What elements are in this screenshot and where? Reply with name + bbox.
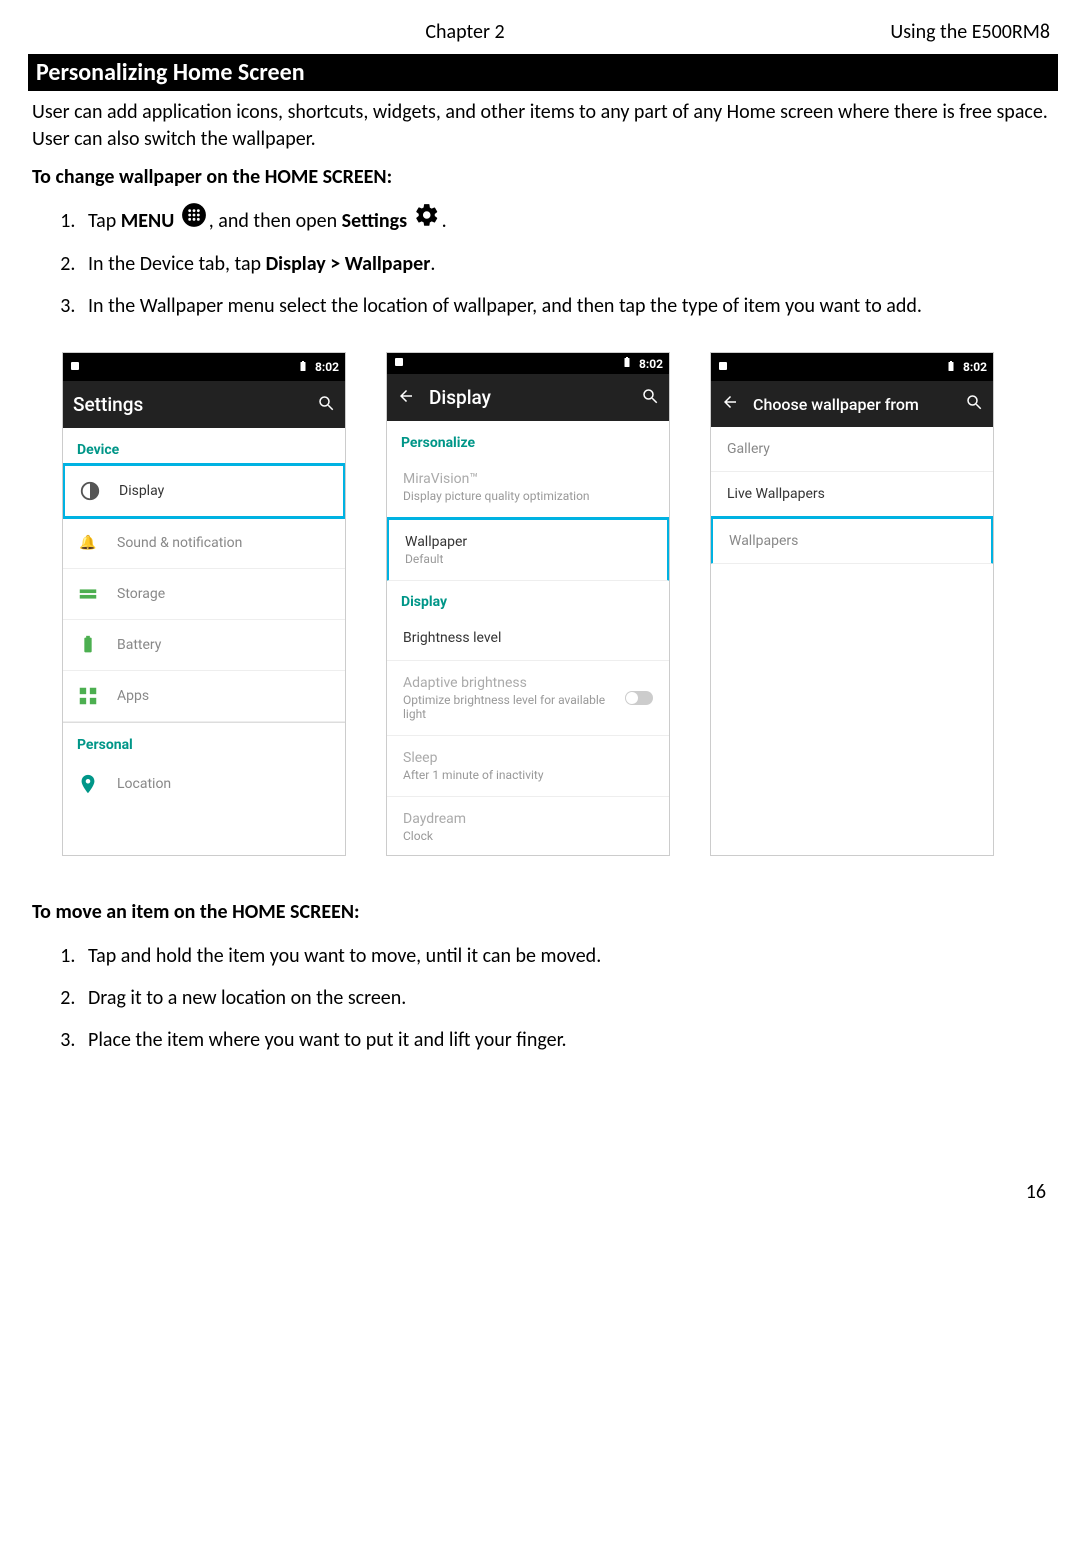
status-bar: 8:02 — [711, 353, 993, 381]
row-label: Apps — [117, 688, 331, 704]
section-device: Device — [63, 428, 345, 464]
row-title: Wallpaper — [405, 534, 651, 550]
steps-move-item: Tap and hold the item you want to move, … — [28, 936, 1058, 1060]
row-sub: After 1 minute of inactivity — [403, 768, 653, 782]
steps-wallpaper: Tap MENU , and then open Settings . In t… — [28, 201, 1058, 326]
row-location[interactable]: Location — [63, 759, 345, 809]
search-icon[interactable] — [641, 387, 659, 409]
row-title: Daydream — [403, 811, 653, 827]
app-indicator-icon — [69, 360, 81, 375]
subheading-move-item: To move an item on the HOME SCREEN: — [28, 896, 1058, 932]
step-2: In the Device tab, tap Display > Wallpap… — [80, 244, 1058, 284]
toolbar-title: Settings — [73, 393, 303, 416]
row-label: Storage — [117, 586, 331, 602]
toolbar-title: Choose wallpaper from — [753, 395, 951, 414]
row-battery[interactable]: Battery — [63, 620, 345, 671]
row-gallery[interactable]: Gallery — [711, 427, 993, 472]
row-apps[interactable]: Apps — [63, 671, 345, 722]
row-label: Sound & notification — [117, 535, 331, 551]
row-title: Sleep — [403, 750, 653, 766]
row-sub: Clock — [403, 829, 653, 843]
chapter-label: Chapter 2 — [270, 20, 660, 44]
step-1: Tap MENU , and then open Settings . — [80, 201, 1058, 242]
step-3: Place the item where you want to put it … — [80, 1020, 1058, 1060]
search-icon[interactable] — [317, 394, 335, 416]
screenshot-settings: 8:02 Settings Device Display 🔔 Sound & n… — [62, 352, 346, 856]
clock-text: 8:02 — [639, 357, 663, 371]
row-wallpaper[interactable]: Wallpaper Default — [386, 517, 670, 581]
row-display[interactable]: Display — [62, 463, 346, 519]
row-miravision[interactable]: MiraVision™ Display picture quality opti… — [387, 457, 669, 518]
app-indicator-icon — [717, 360, 729, 375]
back-icon[interactable] — [721, 393, 739, 415]
clock-text: 8:02 — [315, 360, 339, 374]
menu-icon — [181, 202, 207, 242]
subheading-wallpaper: To change wallpaper on the HOME SCREEN: — [28, 161, 1058, 197]
row-sleep[interactable]: Sleep After 1 minute of inactivity — [387, 736, 669, 797]
row-wallpapers[interactable]: Wallpapers — [710, 516, 994, 564]
back-icon[interactable] — [397, 387, 415, 409]
screenshot-display: 8:02 Display Personalize MiraVision™ Dis… — [386, 352, 670, 856]
section-display: Display — [387, 580, 669, 616]
page-number: 16 — [28, 1080, 1058, 1204]
row-title: Brightness level — [403, 630, 653, 646]
battery-icon — [297, 360, 309, 375]
row-sound[interactable]: 🔔 Sound & notification — [63, 518, 345, 569]
step-3: In the Wallpaper menu select the locatio… — [80, 286, 1058, 326]
row-brightness[interactable]: Brightness level — [387, 616, 669, 661]
section-heading: Personalizing Home Screen — [28, 54, 1058, 91]
step-1: Tap and hold the item you want to move, … — [80, 936, 1058, 976]
bell-icon: 🔔 — [77, 532, 99, 554]
step-2: Drag it to a new location on the screen. — [80, 978, 1058, 1018]
location-icon — [77, 773, 99, 795]
section-personalize: Personalize — [387, 421, 669, 457]
display-icon — [79, 480, 101, 502]
apps-icon — [77, 685, 99, 707]
toolbar: Display — [387, 374, 669, 421]
app-indicator-icon — [393, 356, 405, 371]
row-title: MiraVision™ — [403, 471, 653, 487]
row-daydream[interactable]: Daydream Clock — [387, 797, 669, 856]
toolbar: Choose wallpaper from — [711, 381, 993, 427]
search-icon[interactable] — [965, 393, 983, 415]
screenshot-choose-wallpaper: 8:02 Choose wallpaper from Gallery Live … — [710, 352, 994, 856]
toolbar-title: Display — [429, 386, 627, 409]
manual-title: Using the E500RM8 — [660, 20, 1050, 44]
toolbar: Settings — [63, 381, 345, 428]
row-live-wallpapers[interactable]: Live Wallpapers — [711, 472, 993, 517]
battery-icon — [621, 356, 633, 371]
row-label: Display — [119, 483, 329, 499]
row-label: Location — [117, 776, 331, 792]
row-label: Battery — [117, 637, 331, 653]
row-adaptive[interactable]: Adaptive brightness Optimize brightness … — [387, 661, 669, 736]
row-sub: Default — [405, 552, 651, 566]
row-sub: Optimize brightness level for available … — [403, 693, 615, 721]
row-title: Adaptive brightness — [403, 675, 615, 691]
toggle-adaptive[interactable] — [625, 691, 653, 705]
battery-icon — [77, 634, 99, 656]
row-storage[interactable]: Storage — [63, 569, 345, 620]
row-sub: Display picture quality optimization — [403, 489, 653, 503]
section-personal: Personal — [63, 723, 345, 759]
battery-icon — [945, 360, 957, 375]
intro-text: User can add application icons, shortcut… — [28, 91, 1058, 161]
page-header: Chapter 2 Using the E500RM8 — [28, 20, 1058, 54]
screenshots-row: 8:02 Settings Device Display 🔔 Sound & n… — [28, 346, 1058, 866]
status-bar: 8:02 — [387, 353, 669, 374]
gear-icon — [414, 202, 440, 242]
clock-text: 8:02 — [963, 360, 987, 374]
storage-icon — [77, 583, 99, 605]
status-bar: 8:02 — [63, 353, 345, 381]
